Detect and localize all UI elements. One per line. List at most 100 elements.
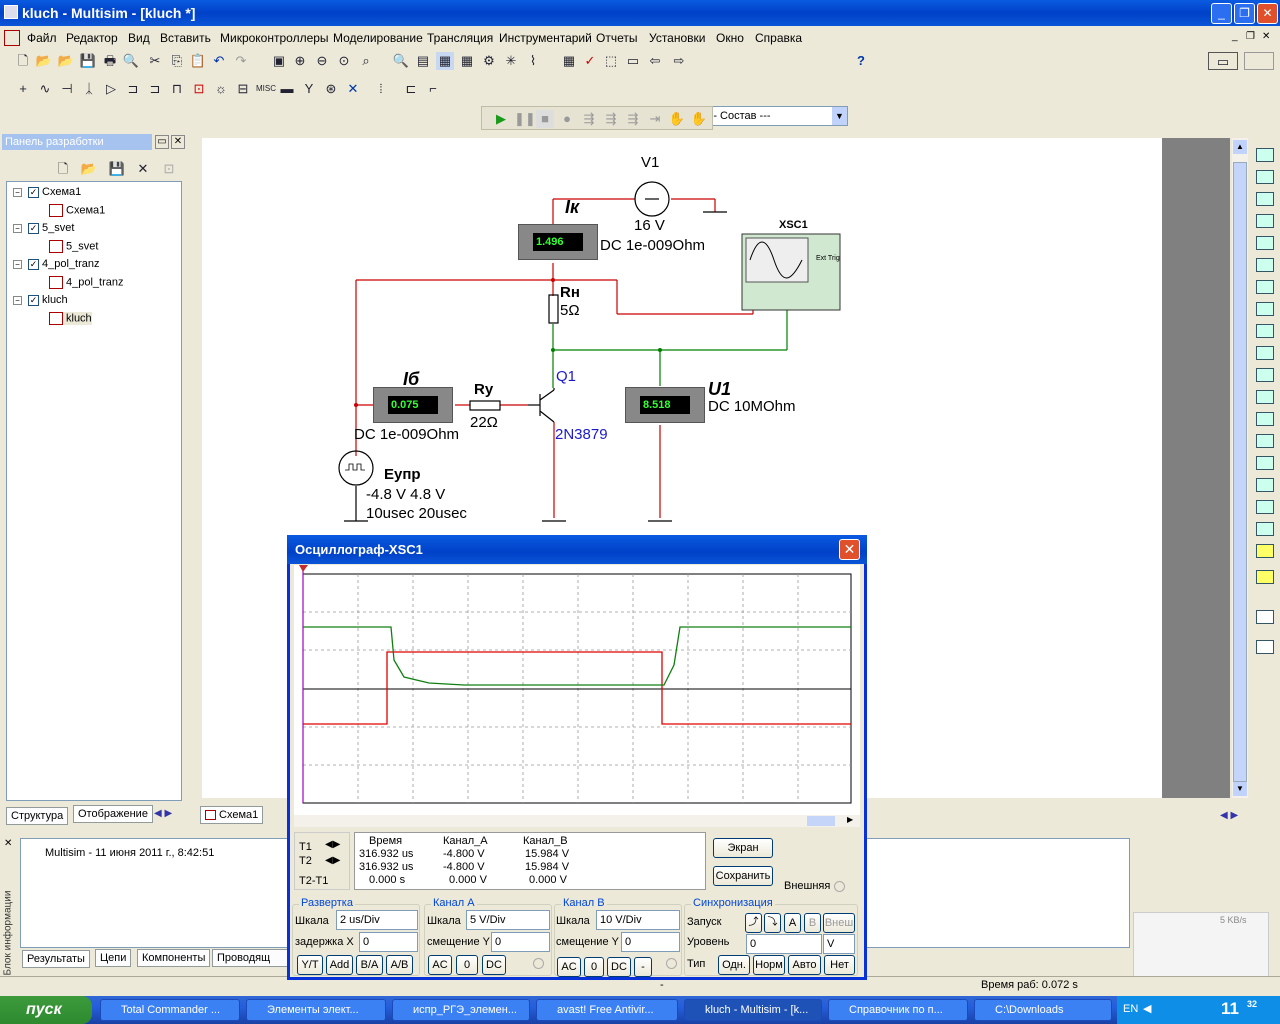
add-button[interactable]: Add: [326, 955, 353, 975]
labview-icon[interactable]: [1256, 544, 1274, 558]
window-titlebar[interactable]: kluch - Multisim - [kluch *]: [0, 0, 1280, 26]
menu-transfer[interactable]: Трансляция: [427, 31, 493, 45]
rising-edge-icon[interactable]: ⤴: [745, 913, 762, 933]
paste-icon[interactable]: 📋: [189, 52, 207, 70]
tab-structure[interactable]: Структура: [6, 807, 69, 825]
menu-help[interactable]: Справка: [755, 31, 802, 45]
trigger-level-unit[interactable]: V: [823, 934, 855, 954]
normal-button[interactable]: Норм: [753, 955, 785, 975]
canvas-vertical-scrollbar[interactable]: ▲ ▼: [1232, 138, 1248, 798]
mixed-icon[interactable]: ⊡: [190, 80, 208, 98]
print-preview-icon[interactable]: 🔍: [122, 52, 140, 70]
menu-tools[interactable]: Инструментарий: [499, 31, 592, 45]
tab-display[interactable]: Отображение: [73, 805, 153, 823]
ultiboard-icon[interactable]: ▭: [1208, 52, 1238, 70]
t1-arrows-icon[interactable]: ◀▶: [325, 839, 340, 850]
checkbox-checked-icon[interactable]: ✓: [28, 186, 39, 198]
trigger-ext-button[interactable]: Внеш: [823, 913, 855, 933]
tree-node-kluch[interactable]: − ✓ kluch: [13, 294, 68, 306]
x-delay-input[interactable]: 0: [359, 932, 418, 952]
scroll-right-icon[interactable]: ▶: [847, 815, 853, 824]
chb-invert-button[interactable]: -: [634, 957, 652, 977]
bode-plotter-icon[interactable]: [1256, 258, 1274, 272]
spectrum-analyzer-icon[interactable]: [1256, 412, 1274, 426]
design-toolbox-icon[interactable]: ▦: [436, 52, 454, 70]
open-design-icon[interactable]: 📂: [80, 160, 98, 178]
remove-probe-icon[interactable]: ✋: [690, 110, 708, 128]
word-generator-icon[interactable]: [1256, 302, 1274, 316]
cha-dc-button[interactable]: DC: [482, 955, 506, 975]
ext-trigger-terminal[interactable]: [834, 881, 845, 892]
tree-node-shema1[interactable]: − ✓ Схема1: [13, 186, 81, 198]
mcu-icon[interactable]: ✕: [344, 80, 362, 98]
tab-scroll-arrows-icon[interactable]: ◀ ▶: [154, 808, 172, 819]
agilent-generator-icon[interactable]: [1256, 456, 1274, 470]
menu-window[interactable]: Окно: [716, 31, 744, 45]
osc-scroll-thumb[interactable]: [807, 816, 835, 826]
sheet-tab-shema1[interactable]: Схема1: [200, 806, 264, 824]
task-reference[interactable]: Справочник по п...: [828, 999, 968, 1021]
cut-icon[interactable]: ✂: [146, 52, 164, 70]
measurement-probe-icon[interactable]: [1256, 570, 1274, 584]
zoom-area-icon[interactable]: ⊙: [335, 52, 353, 70]
component-icon[interactable]: ▭: [624, 52, 642, 70]
erc-icon[interactable]: ✓: [581, 52, 599, 70]
mdi-minimize-button[interactable]: _: [1232, 31, 1238, 42]
yt-button[interactable]: Y/T: [297, 955, 323, 975]
redo-icon[interactable]: ↷: [232, 52, 250, 70]
breakpoint-icon[interactable]: ●: [558, 110, 576, 128]
tree-leaf-4-pol-tranz[interactable]: 4_pol_tranz: [49, 276, 124, 289]
chb-offset-input[interactable]: 0: [621, 932, 680, 952]
scroll-up-icon[interactable]: ▲: [1233, 140, 1247, 154]
menu-options[interactable]: Установки: [649, 31, 705, 45]
step-icon[interactable]: ⇶: [580, 110, 598, 128]
pause-icon[interactable]: ❚❚: [514, 110, 536, 128]
new-icon[interactable]: 🗋: [14, 52, 32, 70]
menu-microcontrollers[interactable]: Микроконтроллеры: [220, 31, 329, 45]
tree-node-5-svet[interactable]: − ✓ 5_svet: [13, 222, 74, 234]
save-button[interactable]: Сохранить: [713, 866, 773, 886]
function-generator-icon[interactable]: [1256, 170, 1274, 184]
hier-block-icon[interactable]: ⦙: [372, 80, 390, 98]
collapse-icon[interactable]: −: [13, 295, 22, 305]
cmos-icon[interactable]: ⊐: [146, 80, 164, 98]
source-icon[interactable]: +: [14, 80, 32, 98]
minimize-button[interactable]: _: [1211, 3, 1232, 24]
cha-ac-button[interactable]: AC: [428, 955, 452, 975]
osc-close-button[interactable]: ✕: [839, 539, 860, 560]
tab-nets[interactable]: Цепи: [95, 949, 132, 967]
cha-zero-button[interactable]: 0: [456, 955, 478, 975]
sweep-scale-input[interactable]: 2 us/Div: [336, 910, 418, 930]
new-design-icon[interactable]: 🗋: [54, 160, 72, 178]
tree-node-4-pol-tranz[interactable]: − ✓ 4_pol_tranz: [13, 258, 100, 270]
osc-titlebar[interactable]: Осциллограф-XSC1: [287, 535, 867, 564]
misc-icon[interactable]: MISC: [256, 80, 276, 98]
menu-view[interactable]: Вид: [128, 31, 150, 45]
none-button[interactable]: Нет: [824, 955, 855, 975]
indicator-icon[interactable]: ☼: [212, 80, 230, 98]
language-indicator[interactable]: EN: [1123, 1003, 1138, 1015]
save-design-icon[interactable]: 💾: [108, 160, 126, 178]
oscilloscope-xsc1[interactable]: [742, 234, 840, 310]
task-downloads[interactable]: C:\Downloads: [974, 999, 1112, 1021]
tab-copper[interactable]: Проводящ: [212, 949, 288, 967]
spreadsheet-icon[interactable]: ▤: [414, 52, 432, 70]
help-icon[interactable]: ?: [852, 52, 870, 70]
analog-icon[interactable]: ▷: [102, 80, 120, 98]
open-sample-icon[interactable]: 📂: [57, 52, 75, 70]
wire-icon[interactable]: ⌐: [424, 80, 442, 98]
run-to-cursor-icon[interactable]: ⇥: [646, 110, 664, 128]
forward-annotate-icon[interactable]: ⇨: [670, 52, 688, 70]
wizard-icon[interactable]: ✳: [502, 52, 520, 70]
oscilloscope-icon[interactable]: [1256, 214, 1274, 228]
run-icon[interactable]: ▶: [492, 110, 510, 128]
chb-zero-button[interactable]: 0: [584, 957, 604, 977]
scroll-down-icon[interactable]: ▼: [1233, 782, 1247, 796]
zoom-in-icon[interactable]: ⊕: [291, 52, 309, 70]
misc-digital-icon[interactable]: ⊓: [168, 80, 186, 98]
ammeter-ik[interactable]: 1.496: [518, 224, 598, 260]
cha-terminal[interactable]: [533, 958, 544, 969]
print-icon[interactable]: 🖶: [101, 52, 119, 70]
cha-offset-input[interactable]: 0: [491, 932, 550, 952]
undo-icon[interactable]: ↶: [210, 52, 228, 70]
